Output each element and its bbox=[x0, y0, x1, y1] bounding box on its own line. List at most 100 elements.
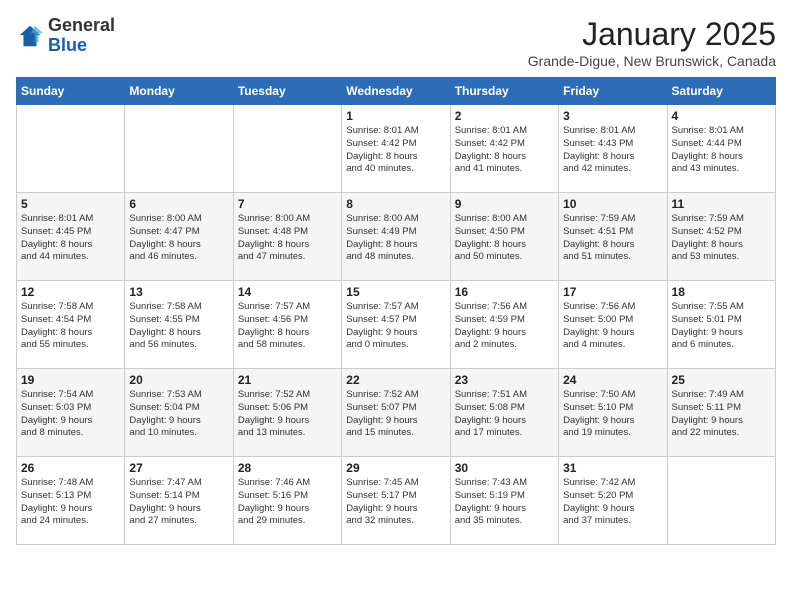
cell-info: Sunrise: 8:01 AM Sunset: 4:43 PM Dayligh… bbox=[563, 125, 662, 176]
calendar-header: SundayMondayTuesdayWednesdayThursdayFrid… bbox=[17, 78, 776, 105]
cell-info: Sunrise: 7:53 AM Sunset: 5:04 PM Dayligh… bbox=[129, 389, 228, 440]
calendar-cell: 14 Sunrise: 7:57 AM Sunset: 4:56 PM Dayli… bbox=[233, 281, 341, 369]
weekday-header: Tuesday bbox=[233, 78, 341, 105]
day-number: 17 bbox=[563, 285, 662, 299]
day-number: 12 bbox=[21, 285, 120, 299]
day-number: 3 bbox=[563, 109, 662, 123]
calendar-week-row: 12 Sunrise: 7:58 AM Sunset: 4:54 PM Dayli… bbox=[17, 281, 776, 369]
cell-info: Sunrise: 7:57 AM Sunset: 4:56 PM Dayligh… bbox=[238, 301, 337, 352]
cell-info: Sunrise: 7:50 AM Sunset: 5:10 PM Dayligh… bbox=[563, 389, 662, 440]
calendar-cell: 9Sunrise: 8:00 AM Sunset: 4:50 PM Daylig… bbox=[450, 193, 558, 281]
cell-info: Sunrise: 7:45 AM Sunset: 5:17 PM Dayligh… bbox=[346, 477, 445, 528]
calendar-cell: 28Sunrise: 7:46 AM Sunset: 5:16 PM Dayli… bbox=[233, 457, 341, 545]
cell-info: Sunrise: 8:00 AM Sunset: 4:49 PM Dayligh… bbox=[346, 213, 445, 264]
month-title: January 2025 bbox=[528, 16, 776, 53]
cell-info: Sunrise: 7:43 AM Sunset: 5:19 PM Dayligh… bbox=[455, 477, 554, 528]
calendar-cell: 22Sunrise: 7:52 AM Sunset: 5:07 PM Dayli… bbox=[342, 369, 450, 457]
day-number: 26 bbox=[21, 461, 120, 475]
cell-info: Sunrise: 7:46 AM Sunset: 5:16 PM Dayligh… bbox=[238, 477, 337, 528]
day-number: 25 bbox=[672, 373, 771, 387]
calendar-cell: 17 Sunrise: 7:56 AM Sunset: 5:00 PM Dayli… bbox=[559, 281, 667, 369]
day-number: 15 bbox=[346, 285, 445, 299]
day-number: 7 bbox=[238, 197, 337, 211]
day-number: 24 bbox=[563, 373, 662, 387]
logo-general: General bbox=[48, 15, 115, 35]
cell-info: Sunrise: 7:48 AM Sunset: 5:13 PM Dayligh… bbox=[21, 477, 120, 528]
weekday-header: Thursday bbox=[450, 78, 558, 105]
cell-info: Sunrise: 8:00 AM Sunset: 4:48 PM Dayligh… bbox=[238, 213, 337, 264]
calendar-cell: 8 Sunrise: 8:00 AM Sunset: 4:49 PM Daylig… bbox=[342, 193, 450, 281]
cell-info: Sunrise: 7:52 AM Sunset: 5:07 PM Dayligh… bbox=[346, 389, 445, 440]
calendar-cell: 16Sunrise: 7:56 AM Sunset: 4:59 PM Dayli… bbox=[450, 281, 558, 369]
day-number: 5 bbox=[21, 197, 120, 211]
calendar-cell: 7 Sunrise: 8:00 AM Sunset: 4:48 PM Daylig… bbox=[233, 193, 341, 281]
cell-info: Sunrise: 7:58 AM Sunset: 4:54 PM Dayligh… bbox=[21, 301, 120, 352]
weekday-header: Friday bbox=[559, 78, 667, 105]
weekday-header: Sunday bbox=[17, 78, 125, 105]
title-block: January 2025 Grande-Digue, New Brunswick… bbox=[528, 16, 776, 69]
day-number: 29 bbox=[346, 461, 445, 475]
cell-info: Sunrise: 7:49 AM Sunset: 5:11 PM Dayligh… bbox=[672, 389, 771, 440]
calendar-cell: 31 Sunrise: 7:42 AM Sunset: 5:20 PM Dayli… bbox=[559, 457, 667, 545]
calendar-cell: 6Sunrise: 8:00 AM Sunset: 4:47 PM Daylig… bbox=[125, 193, 233, 281]
calendar-cell: 20 Sunrise: 7:53 AM Sunset: 5:04 PM Dayli… bbox=[125, 369, 233, 457]
cell-info: Sunrise: 8:01 AM Sunset: 4:45 PM Dayligh… bbox=[21, 213, 120, 264]
calendar-week-row: 5 Sunrise: 8:01 AM Sunset: 4:45 PM Daylig… bbox=[17, 193, 776, 281]
page-header: General Blue January 2025 Grande-Digue, … bbox=[16, 16, 776, 69]
cell-info: Sunrise: 7:59 AM Sunset: 4:51 PM Dayligh… bbox=[563, 213, 662, 264]
cell-info: Sunrise: 8:01 AM Sunset: 4:42 PM Dayligh… bbox=[455, 125, 554, 176]
calendar-cell bbox=[17, 105, 125, 193]
calendar-cell: 24 Sunrise: 7:50 AM Sunset: 5:10 PM Dayli… bbox=[559, 369, 667, 457]
cell-info: Sunrise: 7:56 AM Sunset: 5:00 PM Dayligh… bbox=[563, 301, 662, 352]
calendar-cell: 23Sunrise: 7:51 AM Sunset: 5:08 PM Dayli… bbox=[450, 369, 558, 457]
calendar-week-row: 1 Sunrise: 8:01 AM Sunset: 4:42 PM Daylig… bbox=[17, 105, 776, 193]
day-number: 20 bbox=[129, 373, 228, 387]
calendar-cell: 18Sunrise: 7:55 AM Sunset: 5:01 PM Dayli… bbox=[667, 281, 775, 369]
calendar-cell: 26 Sunrise: 7:48 AM Sunset: 5:13 PM Dayli… bbox=[17, 457, 125, 545]
cell-info: Sunrise: 7:54 AM Sunset: 5:03 PM Dayligh… bbox=[21, 389, 120, 440]
cell-info: Sunrise: 7:51 AM Sunset: 5:08 PM Dayligh… bbox=[455, 389, 554, 440]
day-number: 31 bbox=[563, 461, 662, 475]
calendar-cell: 29 Sunrise: 7:45 AM Sunset: 5:17 PM Dayli… bbox=[342, 457, 450, 545]
day-number: 14 bbox=[238, 285, 337, 299]
day-number: 19 bbox=[21, 373, 120, 387]
cell-info: Sunrise: 7:57 AM Sunset: 4:57 PM Dayligh… bbox=[346, 301, 445, 352]
calendar-cell: 3 Sunrise: 8:01 AM Sunset: 4:43 PM Daylig… bbox=[559, 105, 667, 193]
calendar-cell bbox=[233, 105, 341, 193]
day-number: 10 bbox=[563, 197, 662, 211]
day-number: 16 bbox=[455, 285, 554, 299]
calendar-week-row: 26 Sunrise: 7:48 AM Sunset: 5:13 PM Dayli… bbox=[17, 457, 776, 545]
calendar-week-row: 19 Sunrise: 7:54 AM Sunset: 5:03 PM Dayli… bbox=[17, 369, 776, 457]
cell-info: Sunrise: 7:55 AM Sunset: 5:01 PM Dayligh… bbox=[672, 301, 771, 352]
calendar-cell: 1 Sunrise: 8:01 AM Sunset: 4:42 PM Daylig… bbox=[342, 105, 450, 193]
cell-info: Sunrise: 8:00 AM Sunset: 4:47 PM Dayligh… bbox=[129, 213, 228, 264]
logo-text: General Blue bbox=[48, 16, 115, 56]
calendar-cell: 2 Sunrise: 8:01 AM Sunset: 4:42 PM Daylig… bbox=[450, 105, 558, 193]
cell-info: Sunrise: 7:52 AM Sunset: 5:06 PM Dayligh… bbox=[238, 389, 337, 440]
calendar-cell: 10 Sunrise: 7:59 AM Sunset: 4:51 PM Dayli… bbox=[559, 193, 667, 281]
day-number: 11 bbox=[672, 197, 771, 211]
cell-info: Sunrise: 7:42 AM Sunset: 5:20 PM Dayligh… bbox=[563, 477, 662, 528]
logo: General Blue bbox=[16, 16, 115, 56]
cell-info: Sunrise: 8:00 AM Sunset: 4:50 PM Dayligh… bbox=[455, 213, 554, 264]
day-number: 2 bbox=[455, 109, 554, 123]
weekday-header: Wednesday bbox=[342, 78, 450, 105]
calendar-cell: 11 Sunrise: 7:59 AM Sunset: 4:52 PM Dayli… bbox=[667, 193, 775, 281]
cell-info: Sunrise: 7:58 AM Sunset: 4:55 PM Dayligh… bbox=[129, 301, 228, 352]
day-number: 1 bbox=[346, 109, 445, 123]
calendar-cell: 25 Sunrise: 7:49 AM Sunset: 5:11 PM Dayli… bbox=[667, 369, 775, 457]
day-number: 4 bbox=[672, 109, 771, 123]
calendar-cell: 4Sunrise: 8:01 AM Sunset: 4:44 PM Daylig… bbox=[667, 105, 775, 193]
calendar-cell: 15 Sunrise: 7:57 AM Sunset: 4:57 PM Dayli… bbox=[342, 281, 450, 369]
cell-info: Sunrise: 7:59 AM Sunset: 4:52 PM Dayligh… bbox=[672, 213, 771, 264]
cell-info: Sunrise: 8:01 AM Sunset: 4:42 PM Dayligh… bbox=[346, 125, 445, 176]
calendar-cell bbox=[667, 457, 775, 545]
calendar-cell: 27 Sunrise: 7:47 AM Sunset: 5:14 PM Dayli… bbox=[125, 457, 233, 545]
calendar-cell: 19 Sunrise: 7:54 AM Sunset: 5:03 PM Dayli… bbox=[17, 369, 125, 457]
cell-info: Sunrise: 7:47 AM Sunset: 5:14 PM Dayligh… bbox=[129, 477, 228, 528]
day-number: 8 bbox=[346, 197, 445, 211]
location: Grande-Digue, New Brunswick, Canada bbox=[528, 53, 776, 69]
logo-blue: Blue bbox=[48, 35, 87, 55]
calendar-cell: 30Sunrise: 7:43 AM Sunset: 5:19 PM Dayli… bbox=[450, 457, 558, 545]
day-number: 27 bbox=[129, 461, 228, 475]
